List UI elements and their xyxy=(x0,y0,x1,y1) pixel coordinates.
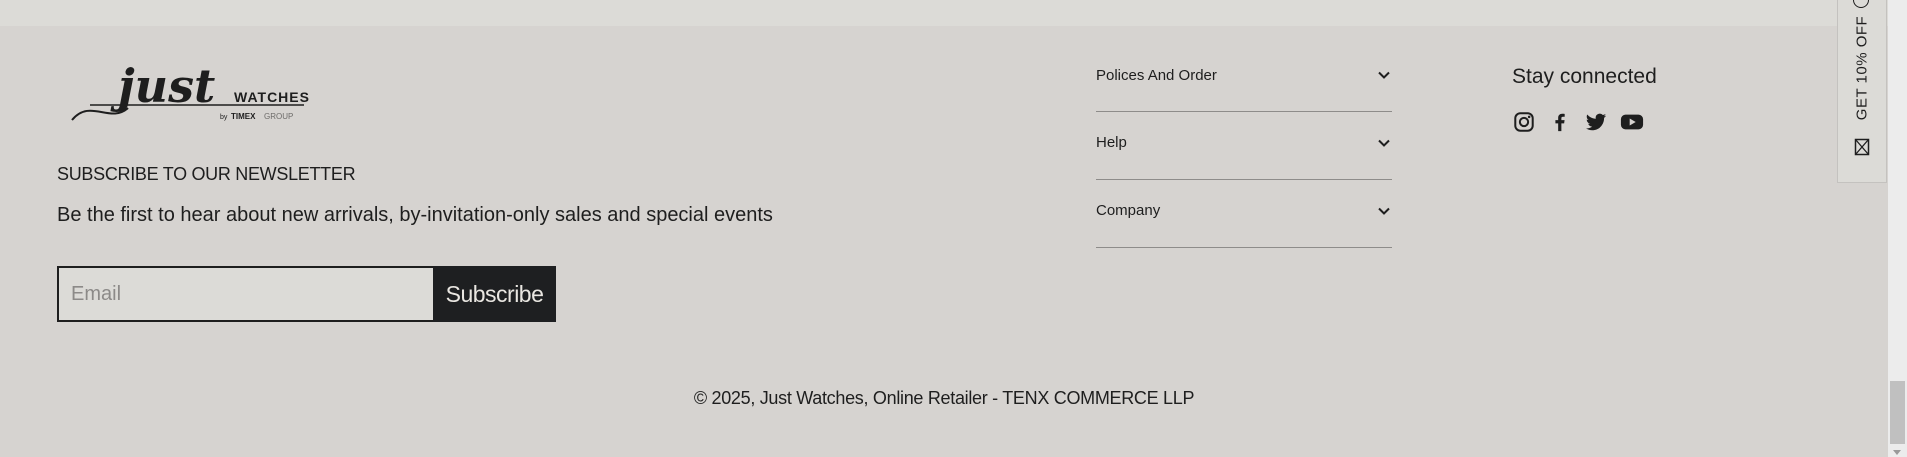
get-discount-tab[interactable]: GET 10% OFF xyxy=(1837,0,1887,183)
instagram-icon[interactable] xyxy=(1512,110,1536,134)
accordion-item-company[interactable]: Company xyxy=(1096,180,1392,248)
circle-icon xyxy=(1853,0,1869,8)
top-strip xyxy=(0,0,1888,26)
just-watches-logo[interactable]: just WATCHES by TIMEX GROUP xyxy=(70,58,310,128)
email-input[interactable] xyxy=(57,266,433,322)
accordion-label: Help xyxy=(1096,134,1127,151)
logo-group-text: GROUP xyxy=(264,112,293,121)
newsletter-heading: SUBSCRIBE TO OUR NEWSLETTER xyxy=(57,164,356,184)
logo-graphic: just WATCHES by TIMEX GROUP xyxy=(71,59,310,121)
chevron-down-icon xyxy=(1376,135,1392,151)
logo-watches-text: WATCHES xyxy=(234,89,310,105)
stay-connected-heading: Stay connected xyxy=(1512,65,1657,88)
subscribe-button[interactable]: Subscribe xyxy=(433,266,556,322)
logo-timex-text: TIMEX xyxy=(231,112,256,121)
accordion-label: Polices And Order xyxy=(1096,66,1217,84)
newsletter-description: Be the first to hear about new arrivals,… xyxy=(57,204,773,226)
newsletter-form: Subscribe xyxy=(57,266,556,322)
facebook-icon[interactable] xyxy=(1548,110,1572,134)
copyright-text: © 2025, Just Watches, Online Retailer - … xyxy=(693,388,1195,408)
scroll-down-arrow-icon[interactable] xyxy=(1893,450,1901,455)
social-links xyxy=(1512,110,1644,134)
accordion-item-policies[interactable]: Polices And Order xyxy=(1096,45,1392,112)
page-scrollbar[interactable] xyxy=(1888,0,1907,457)
footer-accordion: Polices And Order Help Company xyxy=(1096,45,1392,248)
promo-label: GET 10% OFF xyxy=(1853,15,1871,121)
twitter-icon[interactable] xyxy=(1584,110,1608,134)
youtube-icon[interactable] xyxy=(1620,110,1644,134)
chevron-down-icon xyxy=(1376,67,1392,83)
logo-by-text: by xyxy=(220,114,228,121)
envelope-icon xyxy=(1854,138,1870,161)
accordion-item-help[interactable]: Help xyxy=(1096,112,1392,180)
scrollbar-thumb[interactable] xyxy=(1890,381,1905,444)
accordion-label: Company xyxy=(1096,202,1161,219)
chevron-down-icon xyxy=(1376,203,1392,219)
